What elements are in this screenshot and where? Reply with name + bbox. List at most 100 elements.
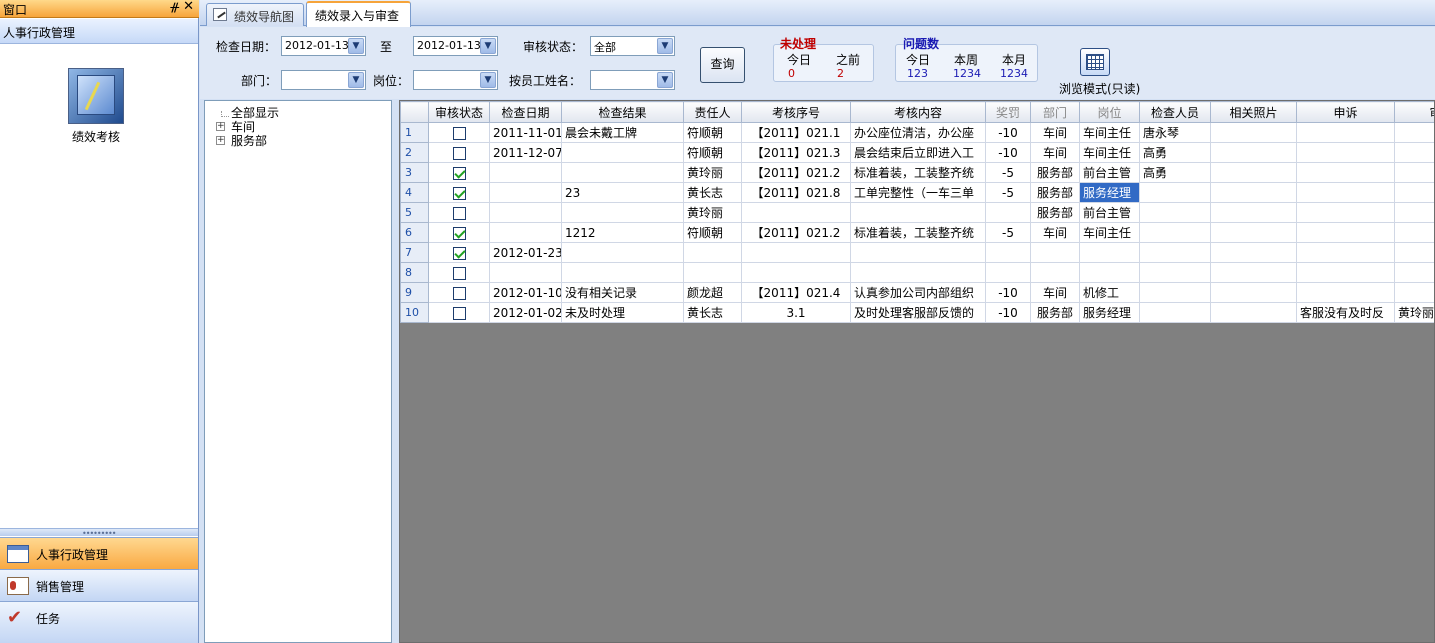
table-row[interactable]: 3 黄玲丽 【2011】021.2 标准着装，工装整齐统 -5 服务部 前台主管 高勇 xyxy=(400,162,1434,183)
inspector-cell[interactable] xyxy=(1139,302,1211,323)
department-cell[interactable]: 车间 xyxy=(1030,142,1080,163)
responsible-person-cell[interactable]: 符顺朝 xyxy=(683,122,742,143)
pin-icon[interactable]: ᚌ xyxy=(170,0,179,14)
column-header[interactable]: 奖罚 xyxy=(985,101,1031,123)
table-row[interactable]: 5 黄玲丽 服务部 前台主管 xyxy=(400,202,1434,223)
chevron-down-icon[interactable]: ▼ xyxy=(348,38,364,54)
appeal-cell[interactable] xyxy=(1296,282,1395,303)
inspector-cell[interactable] xyxy=(1139,242,1211,263)
appeal-cell[interactable] xyxy=(1296,242,1395,263)
audit-status-checkbox[interactable] xyxy=(452,266,466,280)
check-date-cell[interactable] xyxy=(489,262,562,283)
row-number[interactable]: 1 xyxy=(400,122,429,143)
check-date-cell[interactable]: 2012-01-23 xyxy=(489,242,562,263)
status-select[interactable]: 全部 ▼ xyxy=(590,36,675,56)
inspector-cell[interactable] xyxy=(1139,222,1211,243)
column-header[interactable]: 审核表 xyxy=(1394,101,1434,123)
department-cell[interactable]: 服务部 xyxy=(1030,162,1080,183)
column-header[interactable]: 岗位 xyxy=(1079,101,1140,123)
column-header[interactable]: 责任人 xyxy=(683,101,742,123)
check-result-cell[interactable]: 23 xyxy=(561,182,684,203)
photo-cell[interactable] xyxy=(1210,182,1297,203)
photo-cell[interactable] xyxy=(1210,282,1297,303)
photo-cell[interactable] xyxy=(1210,242,1297,263)
audit-status-cell[interactable] xyxy=(428,122,490,143)
review-content-cell[interactable] xyxy=(850,262,986,283)
appeal-cell[interactable] xyxy=(1296,122,1395,143)
review-content-cell[interactable]: 晨会结束后立即进入工 xyxy=(850,142,986,163)
reward-penalty-cell[interactable] xyxy=(985,202,1031,223)
date-from-picker[interactable]: 2012-01-13 ▼ xyxy=(281,36,366,56)
inspector-cell[interactable] xyxy=(1139,182,1211,203)
table-row[interactable]: 7 2012-01-23 xyxy=(400,242,1434,263)
row-number-header[interactable] xyxy=(400,101,429,123)
reward-penalty-cell[interactable] xyxy=(985,242,1031,263)
department-cell[interactable] xyxy=(1030,262,1080,283)
review-seq-cell[interactable]: 【2011】021.1 xyxy=(741,122,851,143)
query-button[interactable]: 查询 xyxy=(700,47,745,83)
appeal-cell[interactable] xyxy=(1296,262,1395,283)
review-seq-cell[interactable]: 【2011】021.4 xyxy=(741,282,851,303)
column-header[interactable]: 考核序号 xyxy=(741,101,851,123)
check-result-cell[interactable] xyxy=(561,262,684,283)
inspector-cell[interactable] xyxy=(1139,262,1211,283)
audit-cell[interactable] xyxy=(1394,182,1434,203)
row-number[interactable]: 5 xyxy=(400,202,429,223)
post-cell[interactable]: 车间主任 xyxy=(1079,142,1140,163)
browse-mode-label[interactable]: 浏览模式(只读) xyxy=(1059,80,1140,97)
reward-penalty-cell[interactable]: -10 xyxy=(985,282,1031,303)
chevron-down-icon[interactable]: ▼ xyxy=(480,72,496,88)
review-seq-cell[interactable] xyxy=(741,202,851,223)
reward-penalty-cell[interactable]: -5 xyxy=(985,182,1031,203)
department-cell[interactable]: 服务部 xyxy=(1030,202,1080,223)
table-row[interactable]: 9 2012-01-10 没有相关记录 颜龙超 【2011】021.4 认真参加公司内部组… xyxy=(400,282,1434,303)
audit-cell[interactable] xyxy=(1394,282,1434,303)
audit-cell[interactable] xyxy=(1394,202,1434,223)
post-cell[interactable]: 前台主管 xyxy=(1079,162,1140,183)
table-row[interactable]: 4 23 黄长志 【2011】021.8 工单完整性（一车三单 -5 服务部 服务经理 xyxy=(400,182,1434,203)
responsible-person-cell[interactable]: 黄长志 xyxy=(683,182,742,203)
column-header[interactable]: 部门 xyxy=(1030,101,1080,123)
check-date-cell[interactable] xyxy=(489,202,562,223)
column-header[interactable]: 相关照片 xyxy=(1210,101,1297,123)
reward-penalty-cell[interactable]: -5 xyxy=(985,162,1031,183)
photo-cell[interactable] xyxy=(1210,222,1297,243)
check-result-cell[interactable] xyxy=(561,142,684,163)
audit-status-cell[interactable] xyxy=(428,202,490,223)
audit-status-checkbox[interactable] xyxy=(452,126,466,140)
post-select[interactable]: ▼ xyxy=(413,70,498,90)
chevron-down-icon[interactable]: ▼ xyxy=(480,38,496,54)
row-number[interactable]: 9 xyxy=(400,282,429,303)
appeal-cell[interactable] xyxy=(1296,182,1395,203)
responsible-person-cell[interactable]: 黄玲丽 xyxy=(683,202,742,223)
post-cell[interactable] xyxy=(1079,242,1140,263)
chevron-down-icon[interactable]: ▼ xyxy=(657,72,673,88)
table-row[interactable]: 1 2011-11-01 晨会未戴工牌 符顺朝 【2011】021.1 办公座位清洁，办公… xyxy=(400,122,1434,143)
audit-status-cell[interactable] xyxy=(428,262,490,283)
review-seq-cell[interactable]: 【2011】021.2 xyxy=(741,222,851,243)
department-cell[interactable] xyxy=(1030,242,1080,263)
department-cell[interactable]: 车间 xyxy=(1030,122,1080,143)
inspector-cell[interactable] xyxy=(1139,282,1211,303)
inspector-cell[interactable]: 唐永琴 xyxy=(1139,122,1211,143)
audit-status-checkbox[interactable] xyxy=(452,206,466,220)
nav-hr-admin[interactable]: 人事行政管理 xyxy=(0,537,198,569)
tab-performance-nav[interactable]: 绩效导航图 xyxy=(206,3,304,26)
audit-cell[interactable] xyxy=(1394,162,1434,183)
column-header[interactable]: 审核状态 xyxy=(428,101,490,123)
appeal-cell[interactable] xyxy=(1296,162,1395,183)
reward-penalty-cell[interactable] xyxy=(985,262,1031,283)
check-result-cell[interactable] xyxy=(561,242,684,263)
post-cell[interactable]: 机修工 xyxy=(1079,282,1140,303)
appeal-cell[interactable] xyxy=(1296,142,1395,163)
responsible-person-cell[interactable]: 黄长志 xyxy=(683,302,742,323)
audit-cell[interactable] xyxy=(1394,262,1434,283)
review-content-cell[interactable]: 工单完整性（一车三单 xyxy=(850,182,986,203)
audit-status-cell[interactable] xyxy=(428,182,490,203)
performance-review-icon[interactable] xyxy=(68,68,124,124)
audit-cell[interactable] xyxy=(1394,222,1434,243)
audit-status-checkbox[interactable] xyxy=(452,166,466,180)
unprocessed-today-value[interactable]: 0 xyxy=(788,67,795,80)
appeal-cell[interactable] xyxy=(1296,202,1395,223)
responsible-person-cell[interactable]: 黄玲丽 xyxy=(683,162,742,183)
